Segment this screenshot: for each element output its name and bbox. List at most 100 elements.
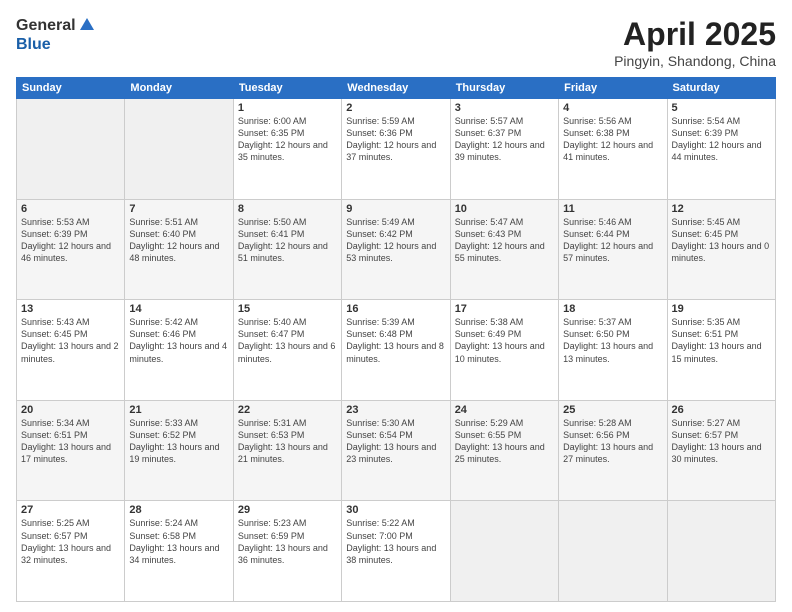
header-monday: Monday (125, 78, 233, 99)
day-info: Sunrise: 5:54 AM Sunset: 6:39 PM Dayligh… (672, 115, 771, 164)
table-row: 8Sunrise: 5:50 AM Sunset: 6:41 PM Daylig… (233, 199, 341, 300)
table-row: 27Sunrise: 5:25 AM Sunset: 6:57 PM Dayli… (17, 501, 125, 602)
header-friday: Friday (559, 78, 667, 99)
day-info: Sunrise: 5:31 AM Sunset: 6:53 PM Dayligh… (238, 417, 337, 466)
day-info: Sunrise: 5:23 AM Sunset: 6:59 PM Dayligh… (238, 517, 337, 566)
day-info: Sunrise: 5:25 AM Sunset: 6:57 PM Dayligh… (21, 517, 120, 566)
day-info: Sunrise: 5:50 AM Sunset: 6:41 PM Dayligh… (238, 216, 337, 265)
table-row: 4Sunrise: 5:56 AM Sunset: 6:38 PM Daylig… (559, 99, 667, 200)
day-info: Sunrise: 5:59 AM Sunset: 6:36 PM Dayligh… (346, 115, 445, 164)
header-sunday: Sunday (17, 78, 125, 99)
day-number: 14 (129, 303, 228, 315)
day-number: 28 (129, 504, 228, 516)
table-row: 15Sunrise: 5:40 AM Sunset: 6:47 PM Dayli… (233, 300, 341, 401)
header-wednesday: Wednesday (342, 78, 450, 99)
day-number: 24 (455, 404, 554, 416)
day-info: Sunrise: 5:30 AM Sunset: 6:54 PM Dayligh… (346, 417, 445, 466)
day-number: 5 (672, 102, 771, 114)
calendar-week-row: 1Sunrise: 6:00 AM Sunset: 6:35 PM Daylig… (17, 99, 776, 200)
day-number: 4 (563, 102, 662, 114)
day-info: Sunrise: 5:29 AM Sunset: 6:55 PM Dayligh… (455, 417, 554, 466)
day-info: Sunrise: 5:38 AM Sunset: 6:49 PM Dayligh… (455, 316, 554, 365)
day-info: Sunrise: 5:27 AM Sunset: 6:57 PM Dayligh… (672, 417, 771, 466)
day-info: Sunrise: 5:51 AM Sunset: 6:40 PM Dayligh… (129, 216, 228, 265)
calendar-header-row: Sunday Monday Tuesday Wednesday Thursday… (17, 78, 776, 99)
table-row: 18Sunrise: 5:37 AM Sunset: 6:50 PM Dayli… (559, 300, 667, 401)
table-row: 28Sunrise: 5:24 AM Sunset: 6:58 PM Dayli… (125, 501, 233, 602)
day-info: Sunrise: 5:24 AM Sunset: 6:58 PM Dayligh… (129, 517, 228, 566)
table-row: 2Sunrise: 5:59 AM Sunset: 6:36 PM Daylig… (342, 99, 450, 200)
calendar-table: Sunday Monday Tuesday Wednesday Thursday… (16, 77, 776, 602)
day-number: 9 (346, 203, 445, 215)
day-number: 15 (238, 303, 337, 315)
logo-blue: Blue (16, 36, 96, 54)
logo: General Blue (16, 16, 96, 54)
table-row: 25Sunrise: 5:28 AM Sunset: 6:56 PM Dayli… (559, 400, 667, 501)
day-number: 21 (129, 404, 228, 416)
table-row (125, 99, 233, 200)
day-number: 18 (563, 303, 662, 315)
calendar-week-row: 6Sunrise: 5:53 AM Sunset: 6:39 PM Daylig… (17, 199, 776, 300)
table-row: 21Sunrise: 5:33 AM Sunset: 6:52 PM Dayli… (125, 400, 233, 501)
day-number: 30 (346, 504, 445, 516)
table-row (450, 501, 558, 602)
day-info: Sunrise: 5:46 AM Sunset: 6:44 PM Dayligh… (563, 216, 662, 265)
day-info: Sunrise: 5:45 AM Sunset: 6:45 PM Dayligh… (672, 216, 771, 265)
day-info: Sunrise: 5:39 AM Sunset: 6:48 PM Dayligh… (346, 316, 445, 365)
table-row: 19Sunrise: 5:35 AM Sunset: 6:51 PM Dayli… (667, 300, 775, 401)
day-info: Sunrise: 5:57 AM Sunset: 6:37 PM Dayligh… (455, 115, 554, 164)
table-row: 1Sunrise: 6:00 AM Sunset: 6:35 PM Daylig… (233, 99, 341, 200)
table-row: 9Sunrise: 5:49 AM Sunset: 6:42 PM Daylig… (342, 199, 450, 300)
page: General Blue April 2025 Pingyin, Shandon… (0, 0, 792, 612)
day-info: Sunrise: 5:28 AM Sunset: 6:56 PM Dayligh… (563, 417, 662, 466)
calendar-week-row: 20Sunrise: 5:34 AM Sunset: 6:51 PM Dayli… (17, 400, 776, 501)
day-number: 1 (238, 102, 337, 114)
header-saturday: Saturday (667, 78, 775, 99)
day-info: Sunrise: 5:56 AM Sunset: 6:38 PM Dayligh… (563, 115, 662, 164)
table-row: 16Sunrise: 5:39 AM Sunset: 6:48 PM Dayli… (342, 300, 450, 401)
table-row: 6Sunrise: 5:53 AM Sunset: 6:39 PM Daylig… (17, 199, 125, 300)
title-month: April 2025 (614, 16, 776, 53)
day-number: 10 (455, 203, 554, 215)
table-row: 13Sunrise: 5:43 AM Sunset: 6:45 PM Dayli… (17, 300, 125, 401)
day-number: 6 (21, 203, 120, 215)
day-info: Sunrise: 5:42 AM Sunset: 6:46 PM Dayligh… (129, 316, 228, 365)
table-row: 12Sunrise: 5:45 AM Sunset: 6:45 PM Dayli… (667, 199, 775, 300)
day-number: 19 (672, 303, 771, 315)
day-number: 25 (563, 404, 662, 416)
day-info: Sunrise: 5:22 AM Sunset: 7:00 PM Dayligh… (346, 517, 445, 566)
table-row: 30Sunrise: 5:22 AM Sunset: 7:00 PM Dayli… (342, 501, 450, 602)
day-info: Sunrise: 5:43 AM Sunset: 6:45 PM Dayligh… (21, 316, 120, 365)
day-info: Sunrise: 5:47 AM Sunset: 6:43 PM Dayligh… (455, 216, 554, 265)
day-number: 26 (672, 404, 771, 416)
table-row: 17Sunrise: 5:38 AM Sunset: 6:49 PM Dayli… (450, 300, 558, 401)
header-thursday: Thursday (450, 78, 558, 99)
header: General Blue April 2025 Pingyin, Shandon… (16, 16, 776, 69)
day-info: Sunrise: 5:33 AM Sunset: 6:52 PM Dayligh… (129, 417, 228, 466)
logo-text: General Blue (16, 16, 96, 54)
day-number: 23 (346, 404, 445, 416)
day-number: 16 (346, 303, 445, 315)
table-row: 22Sunrise: 5:31 AM Sunset: 6:53 PM Dayli… (233, 400, 341, 501)
calendar-week-row: 27Sunrise: 5:25 AM Sunset: 6:57 PM Dayli… (17, 501, 776, 602)
table-row (559, 501, 667, 602)
day-info: Sunrise: 5:53 AM Sunset: 6:39 PM Dayligh… (21, 216, 120, 265)
header-tuesday: Tuesday (233, 78, 341, 99)
day-number: 3 (455, 102, 554, 114)
table-row: 26Sunrise: 5:27 AM Sunset: 6:57 PM Dayli… (667, 400, 775, 501)
table-row: 24Sunrise: 5:29 AM Sunset: 6:55 PM Dayli… (450, 400, 558, 501)
table-row: 20Sunrise: 5:34 AM Sunset: 6:51 PM Dayli… (17, 400, 125, 501)
day-number: 8 (238, 203, 337, 215)
day-number: 7 (129, 203, 228, 215)
title-location: Pingyin, Shandong, China (614, 53, 776, 69)
table-row (667, 501, 775, 602)
calendar-week-row: 13Sunrise: 5:43 AM Sunset: 6:45 PM Dayli… (17, 300, 776, 401)
day-number: 29 (238, 504, 337, 516)
logo-general: General (16, 17, 76, 35)
day-info: Sunrise: 5:40 AM Sunset: 6:47 PM Dayligh… (238, 316, 337, 365)
day-number: 2 (346, 102, 445, 114)
table-row: 23Sunrise: 5:30 AM Sunset: 6:54 PM Dayli… (342, 400, 450, 501)
day-number: 17 (455, 303, 554, 315)
table-row: 29Sunrise: 5:23 AM Sunset: 6:59 PM Dayli… (233, 501, 341, 602)
day-number: 13 (21, 303, 120, 315)
